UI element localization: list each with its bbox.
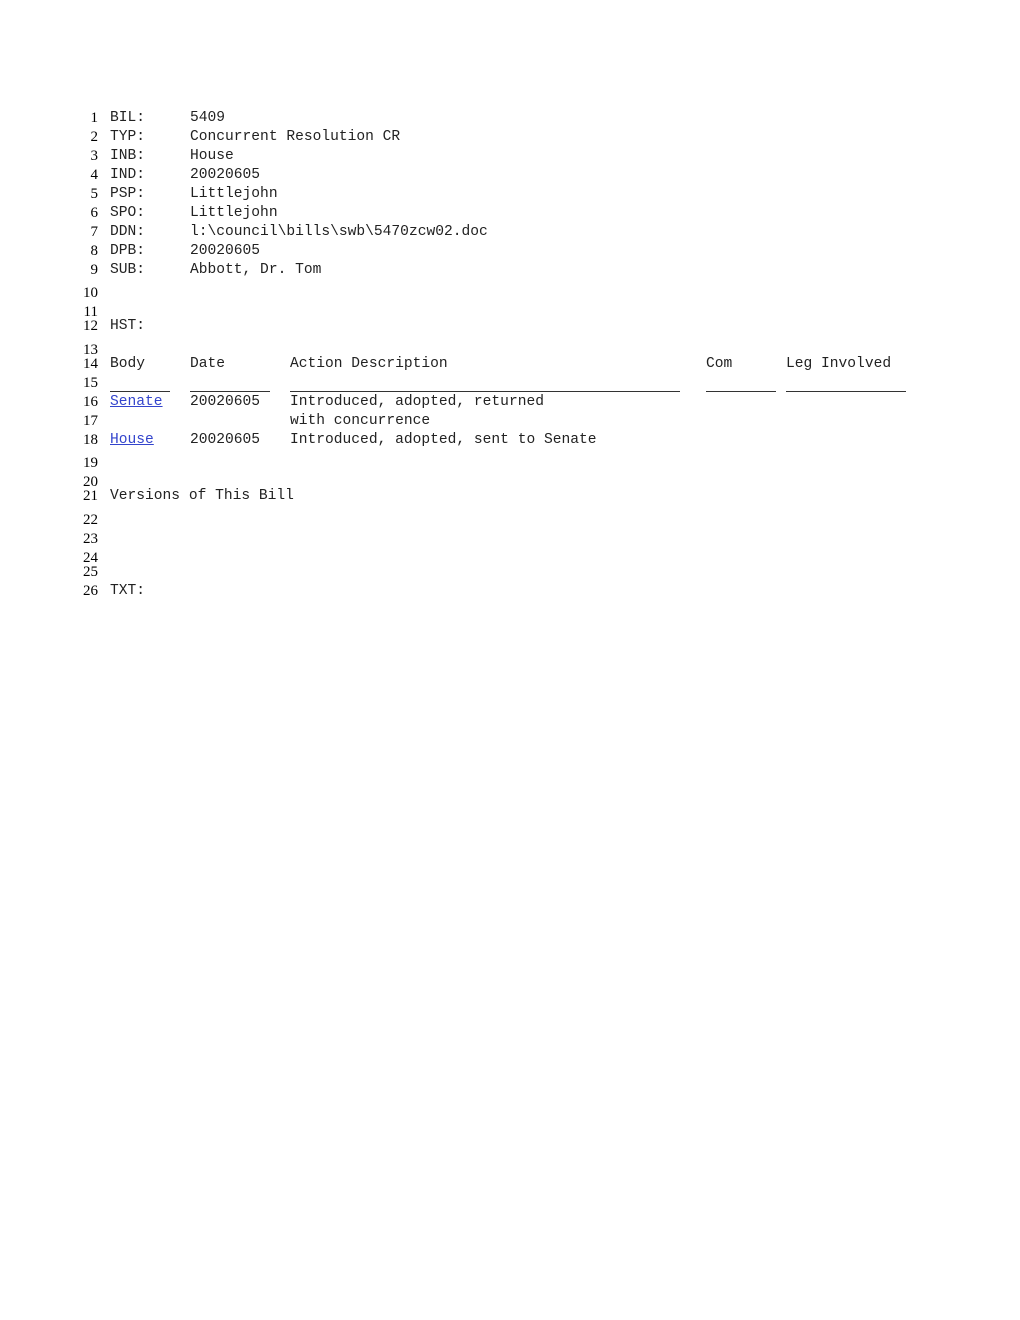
field-label-psp: PSP: (110, 186, 146, 202)
line-number: 2 (90, 129, 99, 145)
divider-com (706, 391, 776, 392)
line-number: 4 (90, 167, 99, 183)
line-number: 26 (83, 583, 98, 599)
field-label-typ: TYP: (110, 129, 146, 145)
header-action: Action Description (290, 356, 448, 372)
field-label-dpb: DPB: (110, 243, 146, 259)
header-body: Body (110, 356, 146, 372)
line-number: 14 (83, 356, 98, 372)
line-number: 17 (83, 413, 98, 429)
field-label-bil: BIL: (110, 110, 146, 126)
line-number: 16 (83, 394, 98, 410)
line-number: 15 (83, 375, 98, 391)
field-label-sub: SUB: (110, 262, 146, 278)
field-label-ind: IND: (110, 167, 146, 183)
line-number: 19 (83, 455, 98, 471)
field-value-ddn: l:\council\bills\swb\5470zcw02.doc (190, 224, 488, 240)
line-number: 21 (83, 488, 98, 504)
line-number: 23 (83, 531, 98, 547)
txt-label: TXT: (110, 583, 146, 599)
row-action-continued: with concurrence (290, 413, 431, 429)
row-action: Introduced, adopted, returned (290, 394, 544, 410)
line-number: 3 (90, 148, 99, 164)
body-link-house[interactable]: House (110, 432, 154, 448)
divider-body (110, 391, 170, 392)
field-value-inb: House (190, 148, 234, 164)
divider-date (190, 391, 270, 392)
line-number: 6 (90, 205, 99, 221)
row-action: Introduced, adopted, sent to Senate (290, 432, 597, 448)
header-date: Date (190, 356, 226, 372)
row-date: 20020605 (190, 432, 261, 448)
versions-heading: Versions of This Bill (110, 488, 294, 504)
field-label-spo: SPO: (110, 205, 146, 221)
header-com: Com (706, 356, 733, 372)
row-date: 20020605 (190, 394, 261, 410)
line-number: 12 (83, 318, 98, 334)
body-link-senate[interactable]: Senate (110, 394, 163, 410)
field-value-spo: Littlejohn (190, 205, 278, 221)
history-label: HST: (110, 318, 146, 334)
field-label-inb: INB: (110, 148, 146, 164)
field-value-bil: 5409 (190, 110, 226, 126)
divider-leg (786, 391, 906, 392)
field-value-dpb: 20020605 (190, 243, 261, 259)
field-value-sub: Abbott, Dr. Tom (190, 262, 322, 278)
line-number: 22 (83, 512, 98, 528)
line-number: 9 (90, 262, 99, 278)
field-label-ddn: DDN: (110, 224, 146, 240)
line-number: 1 (90, 110, 99, 126)
line-number: 10 (83, 285, 98, 301)
field-value-typ: Concurrent Resolution CR (190, 129, 401, 145)
line-number: 5 (90, 186, 99, 202)
line-number: 18 (83, 432, 98, 448)
line-number: 25 (83, 564, 98, 580)
line-number: 8 (90, 243, 99, 259)
line-number: 7 (90, 224, 99, 240)
header-leg: Leg Involved (786, 356, 892, 372)
field-value-ind: 20020605 (190, 167, 261, 183)
divider-action (290, 391, 680, 392)
field-value-psp: Littlejohn (190, 186, 278, 202)
